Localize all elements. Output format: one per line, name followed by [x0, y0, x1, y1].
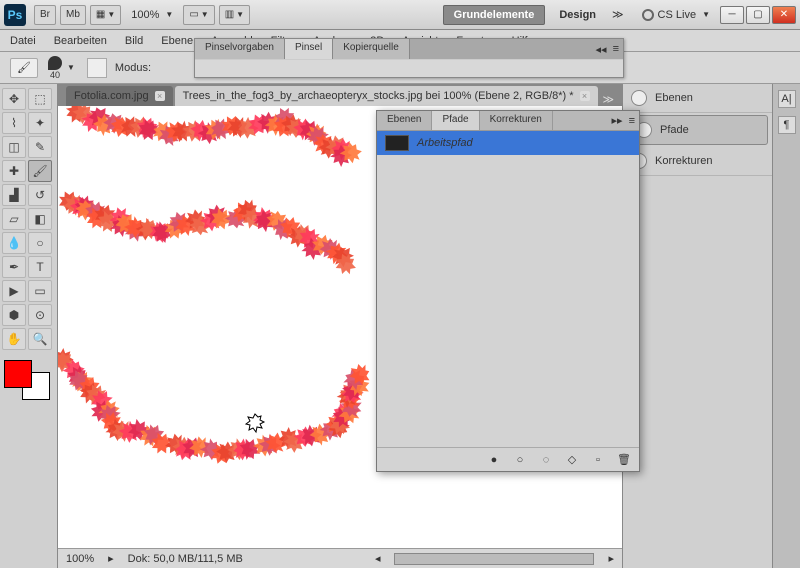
- scroll-right-icon[interactable]: ▸: [608, 552, 614, 565]
- bridge-button[interactable]: Br: [34, 5, 56, 25]
- delete-path-icon[interactable]: 🗑: [617, 453, 631, 467]
- brush-size-value: 40: [50, 70, 60, 80]
- path-item[interactable]: Arbeitspfad: [377, 131, 639, 155]
- scroll-left-icon[interactable]: ◂: [375, 552, 381, 565]
- workspace-button[interactable]: Grundelemente: [443, 5, 546, 25]
- move-tool[interactable]: ✥: [2, 88, 26, 110]
- collapse-icon[interactable]: ▸▸: [612, 114, 623, 127]
- marquee-tool[interactable]: ⬚: [28, 88, 52, 110]
- menu-layer[interactable]: Ebene: [161, 35, 193, 47]
- menu-image[interactable]: Bild: [125, 35, 143, 47]
- dock-paths[interactable]: Pfade: [627, 115, 768, 145]
- doc-tab-2[interactable]: Trees_in_the_fog3_by_archaeopteryx_stock…: [175, 86, 598, 106]
- lasso-tool[interactable]: ⌇: [2, 112, 26, 134]
- zoom-level[interactable]: 100%▼: [131, 9, 173, 21]
- gradient-tool[interactable]: ◧: [28, 208, 52, 230]
- panel-tab-adjustments[interactable]: Korrekturen: [480, 111, 553, 130]
- close-button[interactable]: ✕: [772, 6, 796, 24]
- brush-tool[interactable]: 🖌: [28, 160, 52, 182]
- paths-list[interactable]: Arbeitspfad: [377, 131, 639, 447]
- minimize-button[interactable]: ─: [720, 6, 744, 24]
- menu-edit[interactable]: Bearbeiten: [54, 35, 107, 47]
- status-zoom[interactable]: 100%: [66, 553, 94, 565]
- extras-button[interactable]: ▭▼: [183, 5, 214, 25]
- zoom-tool[interactable]: 🔍: [28, 328, 52, 350]
- document-tabs: Fotolia.com.jpg× Trees_in_the_fog3_by_ar…: [58, 84, 622, 106]
- cs-live[interactable]: CS Live▼: [642, 9, 710, 21]
- app-titlebar: Ps Br Mb ▦▼ 100%▼ ▭▼ ▥▼ Grundelemente De…: [0, 0, 800, 30]
- more-workspaces[interactable]: ≫: [612, 8, 624, 21]
- quick-select-tool[interactable]: ✦: [28, 112, 52, 134]
- paragraph-panel-icon[interactable]: ¶: [778, 116, 796, 134]
- character-panel-icon[interactable]: A|: [778, 90, 796, 108]
- path-select-tool[interactable]: ▶: [2, 280, 26, 302]
- collapse-icon[interactable]: ◂◂: [596, 43, 607, 56]
- brush-preview[interactable]: 40 ▼: [48, 56, 75, 80]
- mode-label: Modus:: [115, 62, 151, 74]
- path-name: Arbeitspfad: [417, 137, 473, 149]
- crop-tool[interactable]: ◫: [2, 136, 26, 158]
- stamp-tool[interactable]: ▟: [2, 184, 26, 206]
- panel-tab-paths[interactable]: Pfade: [432, 111, 479, 130]
- foreground-color[interactable]: [4, 360, 32, 388]
- panel-menu-icon[interactable]: ≡: [613, 43, 619, 55]
- status-bar: 100% ▸ Dok: 50,0 MB/111,5 MB ◂ ▸: [58, 548, 622, 568]
- path-thumbnail: [385, 135, 409, 151]
- color-picker[interactable]: [2, 358, 52, 402]
- dodge-tool[interactable]: ○: [28, 232, 52, 254]
- blur-tool[interactable]: 💧: [2, 232, 26, 254]
- stroke-path-icon[interactable]: ○: [513, 453, 527, 467]
- panel-tab-layers[interactable]: Ebenen: [377, 111, 432, 130]
- new-path-icon[interactable]: ▫: [591, 453, 605, 467]
- design-workspace[interactable]: Design: [559, 9, 596, 21]
- brush-panel-toggle[interactable]: [87, 58, 107, 78]
- zoom-value: 100%: [131, 9, 159, 21]
- photoshop-logo: Ps: [4, 4, 26, 26]
- paths-panel: Ebenen Pfade Korrekturen ▸▸ ≡ Arbeitspfad…: [376, 110, 640, 472]
- type-tool[interactable]: T: [28, 256, 52, 278]
- 3d-camera-tool[interactable]: ⊙: [28, 304, 52, 326]
- pen-tool[interactable]: ✒: [2, 256, 26, 278]
- maximize-button[interactable]: ▢: [746, 6, 770, 24]
- tool-preset-picker[interactable]: 🖌: [10, 58, 38, 78]
- hand-tool[interactable]: ✋: [2, 328, 26, 350]
- paths-panel-footer: ● ○ ◌ ◇ ▫ 🗑: [377, 447, 639, 471]
- screen-mode-button[interactable]: ▦▼: [90, 5, 121, 25]
- healing-tool[interactable]: ✚: [2, 160, 26, 182]
- guides-button[interactable]: ▥▼: [219, 5, 250, 25]
- tabs-overflow-icon[interactable]: ≫: [602, 93, 614, 106]
- tab-brush-presets[interactable]: Pinselvorgaben: [195, 39, 285, 59]
- collapsed-dock: A| ¶: [772, 84, 800, 568]
- close-icon[interactable]: ×: [580, 91, 590, 101]
- brush-panel: Pinselvorgaben Pinsel Kopierquelle ◂◂ ≡: [194, 38, 624, 78]
- menu-file[interactable]: Datei: [10, 35, 36, 47]
- make-workpath-icon[interactable]: ◇: [565, 453, 579, 467]
- status-doc-size[interactable]: Dok: 50,0 MB/111,5 MB: [128, 553, 243, 565]
- load-selection-icon[interactable]: ◌: [539, 453, 553, 467]
- fill-path-icon[interactable]: ●: [487, 453, 501, 467]
- eyedropper-tool[interactable]: ✎: [28, 136, 52, 158]
- 3d-tool[interactable]: ⬢: [2, 304, 26, 326]
- options-bar: 🖌 40 ▼ Modus: Pinselvorgaben Pinsel Kopi…: [0, 52, 800, 84]
- dock-adjustments[interactable]: Korrekturen: [623, 147, 772, 176]
- tools-panel: ✥ ⬚ ⌇ ✦ ◫ ✎ ✚ 🖌 ▟ ↺ ▱ ◧ 💧 ○ ✒ T ▶ ▭ ⬢ ⊙ …: [0, 84, 58, 568]
- minibridge-button[interactable]: Mb: [60, 5, 86, 25]
- tab-clone-source[interactable]: Kopierquelle: [333, 39, 410, 59]
- status-divider: ▸: [108, 552, 114, 565]
- brush-shape-icon: [48, 56, 62, 70]
- history-brush-tool[interactable]: ↺: [28, 184, 52, 206]
- dock-layers[interactable]: Ebenen: [623, 84, 772, 113]
- close-icon[interactable]: ×: [155, 91, 165, 101]
- right-dock: Ebenen Pfade Korrekturen: [622, 84, 772, 568]
- layers-icon: [631, 90, 647, 106]
- eraser-tool[interactable]: ▱: [2, 208, 26, 230]
- tab-brush[interactable]: Pinsel: [285, 39, 333, 59]
- horizontal-scrollbar[interactable]: [394, 553, 594, 565]
- shape-tool[interactable]: ▭: [28, 280, 52, 302]
- panel-menu-icon[interactable]: ≡: [629, 115, 635, 127]
- doc-tab-1[interactable]: Fotolia.com.jpg×: [66, 86, 173, 106]
